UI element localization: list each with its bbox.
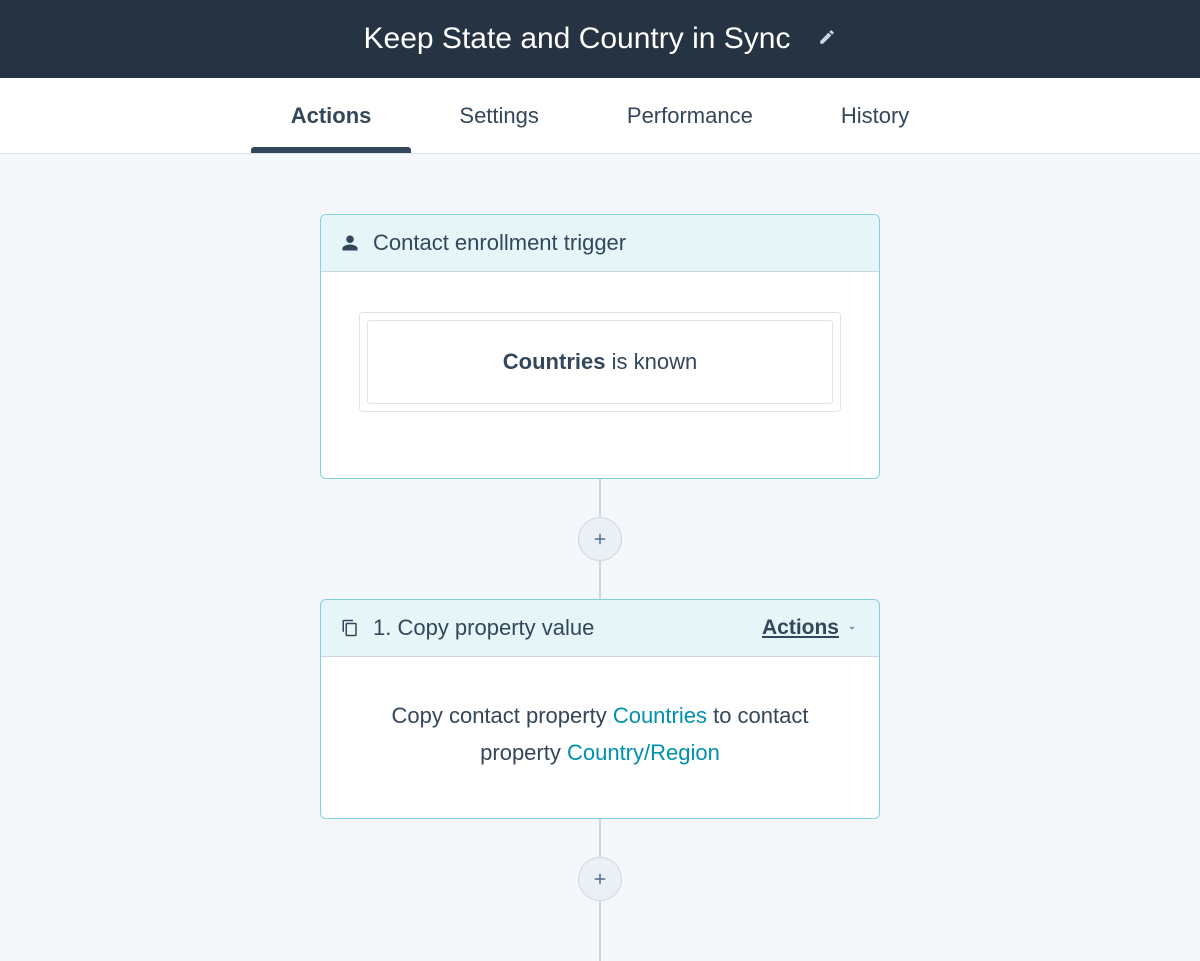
trigger-card-header: Contact enrollment trigger (321, 215, 879, 272)
tab-bar: Actions Settings Performance History (0, 78, 1200, 154)
action-card-header: 1. Copy property value Actions (321, 600, 879, 657)
tab-actions[interactable]: Actions (291, 78, 372, 153)
filter-condition: is known (605, 349, 697, 374)
chevron-down-icon (845, 621, 859, 635)
add-action-button[interactable] (578, 517, 622, 561)
trigger-filter: Countries is known (367, 320, 833, 404)
tab-label: Settings (459, 103, 539, 129)
plus-icon (591, 530, 609, 548)
trigger-card-body: Countries is known (321, 272, 879, 478)
copy-icon (341, 619, 359, 637)
action-target-property: Country/Region (567, 740, 720, 765)
trigger-card-title: Contact enrollment trigger (373, 230, 626, 256)
action-card-actions-menu[interactable]: Actions (762, 616, 859, 640)
connector-line (599, 561, 601, 599)
tab-label: History (841, 103, 909, 129)
action-card-body: Copy contact property Countries to conta… (321, 657, 879, 818)
tab-settings[interactable]: Settings (459, 78, 539, 153)
add-action-button[interactable] (578, 857, 622, 901)
workflow-canvas: Contact enrollment trigger Countries is … (0, 154, 1200, 961)
tab-label: Actions (291, 103, 372, 129)
connector-line (599, 819, 601, 857)
connector-line (599, 901, 601, 961)
connector-line (599, 479, 601, 517)
edit-title-button[interactable] (818, 28, 836, 51)
trigger-filter-group[interactable]: Countries is known (359, 312, 841, 412)
tab-performance[interactable]: Performance (627, 78, 753, 153)
page-header: Keep State and Country in Sync (0, 0, 1200, 78)
page-title: Keep State and Country in Sync (364, 22, 791, 56)
trigger-card[interactable]: Contact enrollment trigger Countries is … (320, 214, 880, 479)
tab-history[interactable]: History (841, 78, 909, 153)
pencil-icon (818, 28, 836, 46)
filter-property: Countries (503, 349, 606, 374)
action-source-property: Countries (613, 703, 707, 728)
actions-menu-label: Actions (762, 616, 839, 640)
action-description-prefix: Copy contact property (391, 703, 612, 728)
action-card-title: 1. Copy property value (373, 615, 594, 641)
action-card[interactable]: 1. Copy property value Actions Copy cont… (320, 599, 880, 819)
contact-icon (341, 233, 359, 253)
plus-icon (591, 870, 609, 888)
tab-label: Performance (627, 103, 753, 129)
